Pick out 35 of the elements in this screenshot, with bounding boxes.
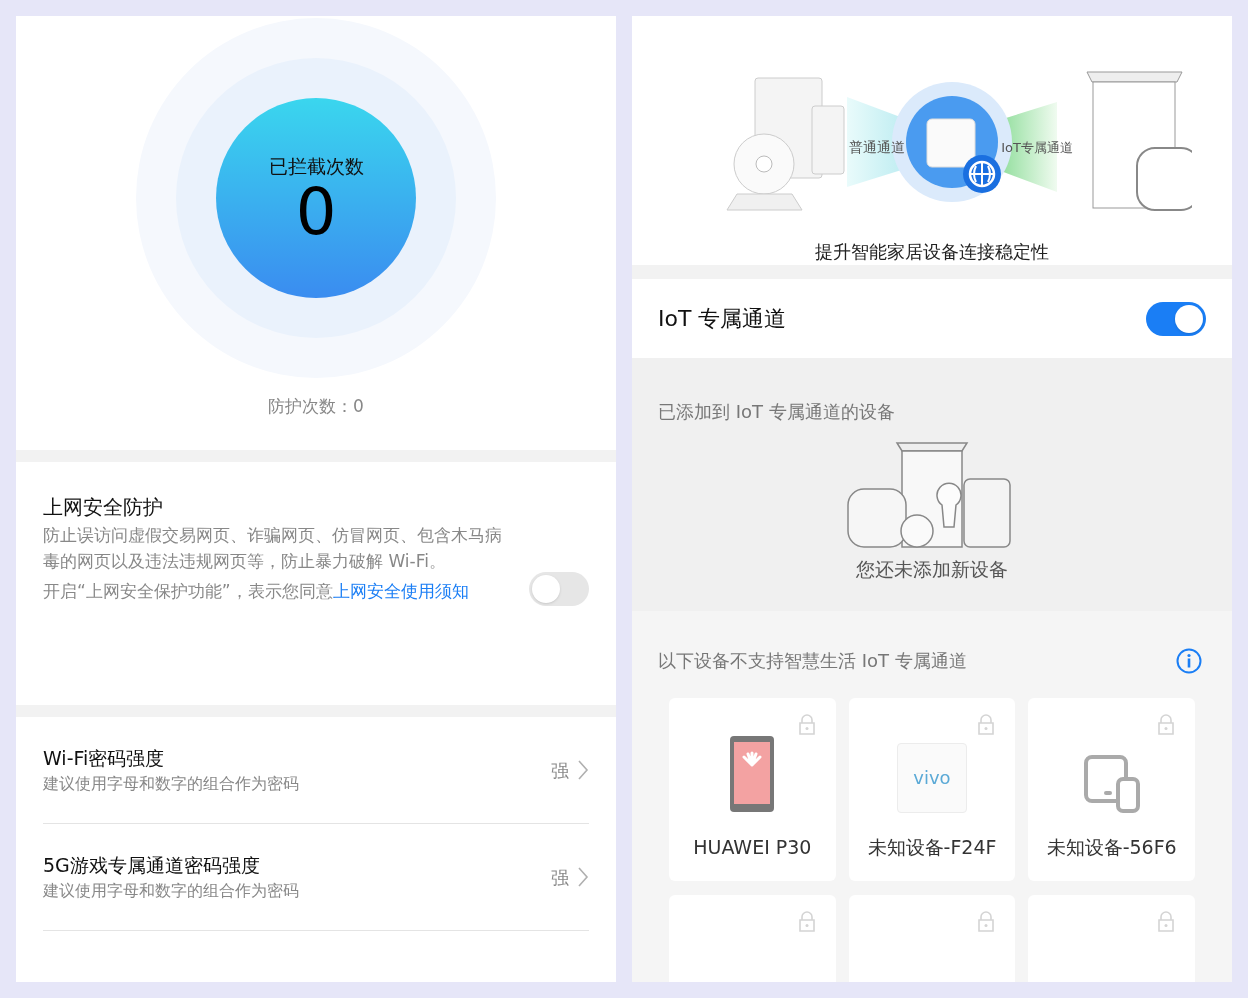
logo-tile: vivo	[897, 742, 967, 813]
banner-caption: 提升智能家居设备连接稳定性	[815, 240, 1049, 264]
device-name: HUAWEI P30	[693, 834, 812, 860]
chevron-right-icon	[577, 759, 589, 781]
toggle-switch[interactable]	[529, 571, 589, 606]
tablet-phone-icon	[1083, 754, 1140, 813]
protection-count: 防护次数：0	[268, 395, 364, 418]
strength-value: 强	[551, 865, 569, 890]
row-title: 5G游戏专属通道密码强度	[43, 852, 261, 878]
normal-channel-label: 普通通道	[849, 139, 905, 155]
toggle-label: IoT 专属通道	[658, 305, 788, 333]
added-devices-heading: 已添加到 IoT 专属通道的设备	[658, 400, 896, 424]
terms-link[interactable]: 上网安全使用须知	[332, 581, 469, 601]
strength-value: 强	[551, 758, 569, 783]
row-subtitle: 建议使用字母和数字的组合作为密码	[43, 880, 300, 903]
device-card[interactable]: 未知设备-56F6	[1028, 698, 1195, 881]
iot-channel-label: IoT专属通道	[1001, 140, 1073, 155]
empty-state-text: 您还未添加新设备	[856, 557, 1008, 582]
unsupported-devices-heading: 以下设备不支持智慧生活 IoT 专属通道	[658, 649, 967, 673]
device-card[interactable]: vivo 未知设备-F24F	[848, 698, 1016, 881]
counter-label: 已拦截次数	[268, 153, 364, 179]
info-icon[interactable]	[1176, 647, 1202, 674]
description: 防止误访问虚假交易网页、诈骗网页、仿冒网页、包含木马病毒的网页以及违法违规网页等，防止暴力破解 Wi-Fi。	[43, 524, 503, 573]
counter-value: 0	[295, 180, 337, 245]
row-subtitle: 建议使用字母和数字的组合作为密码	[43, 773, 300, 796]
device-card[interactable]: HUAWEI P30	[669, 698, 836, 881]
password-strength-row[interactable]: 5G游戏专属通道密码强度 建议使用字母和数字的组合作为密码 强	[43, 824, 589, 931]
toggle-switch[interactable]	[1146, 301, 1206, 336]
chevron-right-icon	[577, 866, 589, 888]
device-name: 未知设备-56F6	[1046, 834, 1177, 860]
device-name: 未知设备-F24F	[867, 834, 997, 860]
section-title: 上网安全防护	[43, 494, 164, 521]
consent-notice: 开启“上网安全保护功能”，表示您同意上网安全使用须知	[43, 580, 470, 603]
password-strength-row[interactable]: Wi-Fi密码强度 建议使用字母和数字的组合作为密码 强	[43, 717, 589, 824]
row-title: Wi-Fi密码强度	[43, 745, 166, 771]
